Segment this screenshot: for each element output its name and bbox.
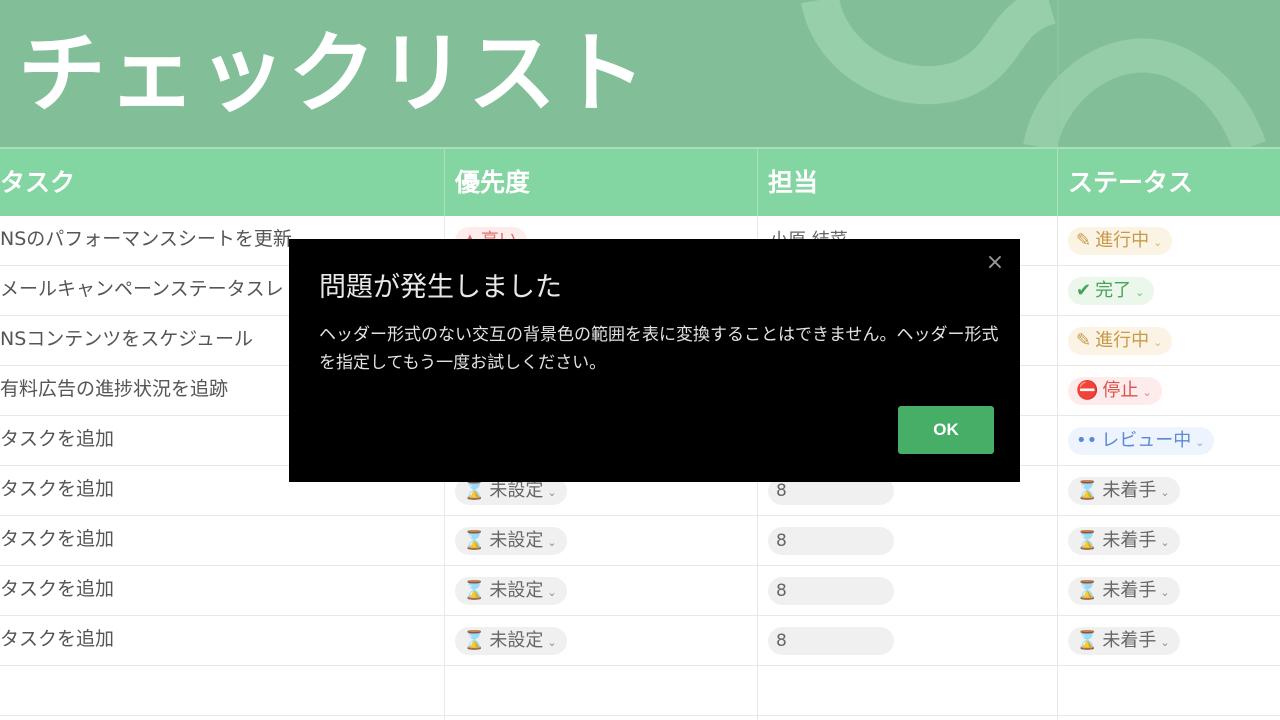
dialog-message: ヘッダー形式のない交互の背景色の範囲を表に変換することはできません。ヘッダー形式…: [319, 325, 999, 373]
error-dialog: 問題が発生しました × ヘッダー形式のない交互の背景色の範囲を表に変換することは…: [289, 239, 1020, 482]
assignee-field[interactable]: 8: [768, 527, 894, 555]
ok-button[interactable]: OK: [898, 406, 994, 454]
column-divider: [1057, 149, 1058, 216]
chevron-down-icon: ⌄: [1142, 386, 1152, 399]
table-header: タスク 優先度 担当 ステータス: [0, 147, 1280, 216]
chevron-down-icon: ⌄: [1195, 436, 1205, 449]
task-name[interactable]: タスクを追加: [0, 566, 114, 615]
hourglass-icon: ⌛: [1076, 530, 1099, 551]
priority-pill[interactable]: ⌛ 未設定 ⌄: [455, 627, 567, 655]
table-row[interactable]: タスクを追加 ⌛ 未設定 ⌄ 8 ⌛ 未着手 ⌄: [0, 616, 1280, 666]
column-divider: [444, 149, 445, 216]
chevron-down-icon: ⌄: [1135, 286, 1145, 299]
check-icon: ✔: [1076, 280, 1092, 301]
hourglass-icon: ⌛: [1076, 580, 1099, 601]
chevron-down-icon: ⌄: [1160, 486, 1170, 499]
chevron-down-icon: ⌄: [1160, 586, 1170, 599]
table-row[interactable]: タスクを追加 ⌛ 未設定 ⌄ 8 ⌛ 未着手 ⌄: [0, 516, 1280, 566]
chevron-down-icon: ⌄: [1160, 636, 1170, 649]
header-banner: チェックリスト: [0, 0, 1280, 147]
status-pill[interactable]: ✔ 完了 ⌄: [1068, 277, 1155, 305]
close-icon[interactable]: ×: [983, 251, 1007, 275]
pencil-icon: ✎: [1076, 230, 1092, 251]
assignee-field[interactable]: 8: [768, 577, 894, 605]
hourglass-icon: ⌛: [1076, 480, 1099, 501]
chevron-down-icon: ⌄: [547, 586, 557, 599]
column-header-priority[interactable]: 優先度: [455, 149, 530, 216]
chevron-down-icon: ⌄: [547, 486, 557, 499]
chevron-down-icon: ⌄: [547, 536, 557, 549]
chevron-down-icon: ⌄: [1153, 236, 1163, 249]
task-name[interactable]: タスクを追加: [0, 466, 114, 515]
status-pill[interactable]: ⌛ 未着手 ⌄: [1068, 577, 1180, 605]
chevron-down-icon: ⌄: [1153, 336, 1163, 349]
column-divider: [757, 149, 758, 216]
task-name[interactable]: NSのパフォーマンスシートを更新: [0, 216, 292, 265]
hourglass-icon: ⌛: [463, 580, 486, 601]
task-name[interactable]: NSコンテンツをスケジュール: [0, 316, 253, 365]
empty-row[interactable]: [0, 666, 1280, 716]
hourglass-icon: ⌛: [1076, 630, 1099, 651]
page-title: チェックリスト: [18, 22, 649, 125]
task-name[interactable]: タスクを追加: [0, 516, 114, 565]
assignee-field[interactable]: 8: [768, 627, 894, 655]
column-header-assignee[interactable]: 担当: [768, 149, 818, 216]
chevron-down-icon: ⌄: [547, 636, 557, 649]
status-pill[interactable]: ✎ 進行中 ⌄: [1068, 227, 1173, 255]
column-header-task[interactable]: タスク: [0, 149, 75, 216]
hourglass-icon: ⌛: [463, 630, 486, 651]
dots-icon: ••: [1076, 430, 1098, 451]
status-pill[interactable]: ⌛ 未着手 ⌄: [1068, 477, 1180, 505]
status-pill[interactable]: •• レビュー中 ⌄: [1068, 427, 1215, 455]
dialog-title: 問題が発生しました: [319, 272, 562, 303]
priority-pill[interactable]: ⌛ 未設定 ⌄: [455, 527, 567, 555]
hourglass-icon: ⌛: [463, 530, 486, 551]
task-name[interactable]: タスクを追加: [0, 616, 114, 665]
no-entry-icon: ⛔: [1076, 380, 1099, 401]
task-name[interactable]: メールキャンペーンステータスレ: [0, 266, 284, 315]
priority-pill[interactable]: ⌛ 未設定 ⌄: [455, 577, 567, 605]
status-pill[interactable]: ⌛ 未着手 ⌄: [1068, 527, 1180, 555]
task-name[interactable]: 有料広告の進捗状況を追跡: [0, 366, 228, 415]
chevron-down-icon: ⌄: [1160, 536, 1170, 549]
task-name[interactable]: タスクを追加: [0, 416, 114, 465]
status-pill[interactable]: ⌛ 未着手 ⌄: [1068, 627, 1180, 655]
hourglass-icon: ⌛: [463, 480, 486, 501]
table-row[interactable]: タスクを追加 ⌛ 未設定 ⌄ 8 ⌛ 未着手 ⌄: [0, 566, 1280, 616]
pencil-icon: ✎: [1076, 330, 1092, 351]
status-pill[interactable]: ⛔ 停止 ⌄: [1068, 377, 1162, 405]
column-header-status[interactable]: ステータス: [1068, 149, 1193, 216]
status-pill[interactable]: ✎ 進行中 ⌄: [1068, 327, 1173, 355]
